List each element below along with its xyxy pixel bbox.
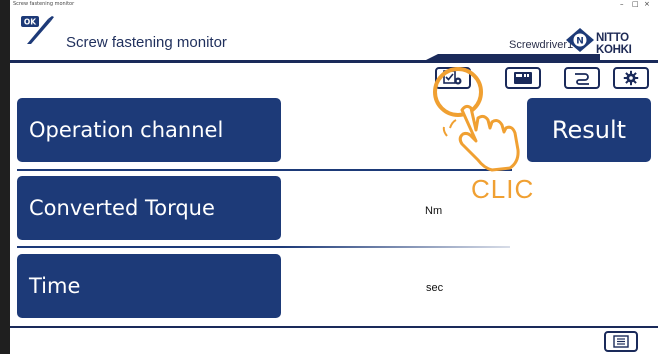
display-button[interactable] bbox=[505, 67, 541, 89]
close-button[interactable]: × bbox=[644, 0, 650, 8]
checklist-gear-icon bbox=[443, 70, 462, 85]
time-button[interactable]: Time bbox=[17, 254, 281, 318]
result-button[interactable]: Result bbox=[527, 98, 651, 162]
device-name: Screwdriver1 bbox=[509, 39, 574, 51]
row-divider bbox=[17, 246, 282, 248]
monitor-settings-button[interactable] bbox=[435, 67, 471, 89]
maximize-button[interactable]: □ bbox=[632, 0, 639, 8]
header-divider bbox=[10, 60, 658, 63]
converted-torque-button[interactable]: Converted Torque bbox=[17, 176, 281, 240]
time-unit: sec bbox=[426, 282, 444, 294]
display-icon bbox=[514, 72, 532, 84]
ok-badge-text: OK bbox=[24, 18, 37, 27]
brand-name: NITTO KOHKI bbox=[596, 32, 632, 56]
gear-icon bbox=[623, 70, 639, 86]
list-button[interactable] bbox=[604, 331, 638, 352]
torque-unit: Nm bbox=[425, 205, 443, 217]
ok-screwdriver-icon: OK bbox=[21, 16, 54, 44]
window-frame-left bbox=[0, 0, 10, 354]
cable-icon bbox=[575, 73, 589, 85]
minimize-button[interactable]: – bbox=[620, 0, 624, 8]
list-icon bbox=[613, 335, 629, 348]
row-divider-fade bbox=[282, 246, 510, 248]
connection-button[interactable] bbox=[564, 67, 600, 89]
click-hint-text: CLIC bbox=[471, 174, 535, 204]
footer-divider bbox=[10, 326, 658, 328]
operation-channel-button[interactable]: Operation channel bbox=[17, 98, 281, 162]
app-header: OK Screw fastening monitor Screwdriver1 … bbox=[10, 10, 658, 60]
nitto-kohki-logo: N bbox=[566, 28, 594, 52]
svg-text:N: N bbox=[576, 37, 584, 47]
app-title: Screw fastening monitor bbox=[66, 34, 227, 51]
pointing-hand-icon bbox=[458, 104, 520, 172]
row-divider bbox=[17, 169, 512, 171]
settings-button[interactable] bbox=[613, 67, 649, 89]
window-titlebar: Screw fastening monitor – □ × bbox=[10, 0, 658, 10]
window-title: Screw fastening monitor bbox=[13, 1, 75, 7]
